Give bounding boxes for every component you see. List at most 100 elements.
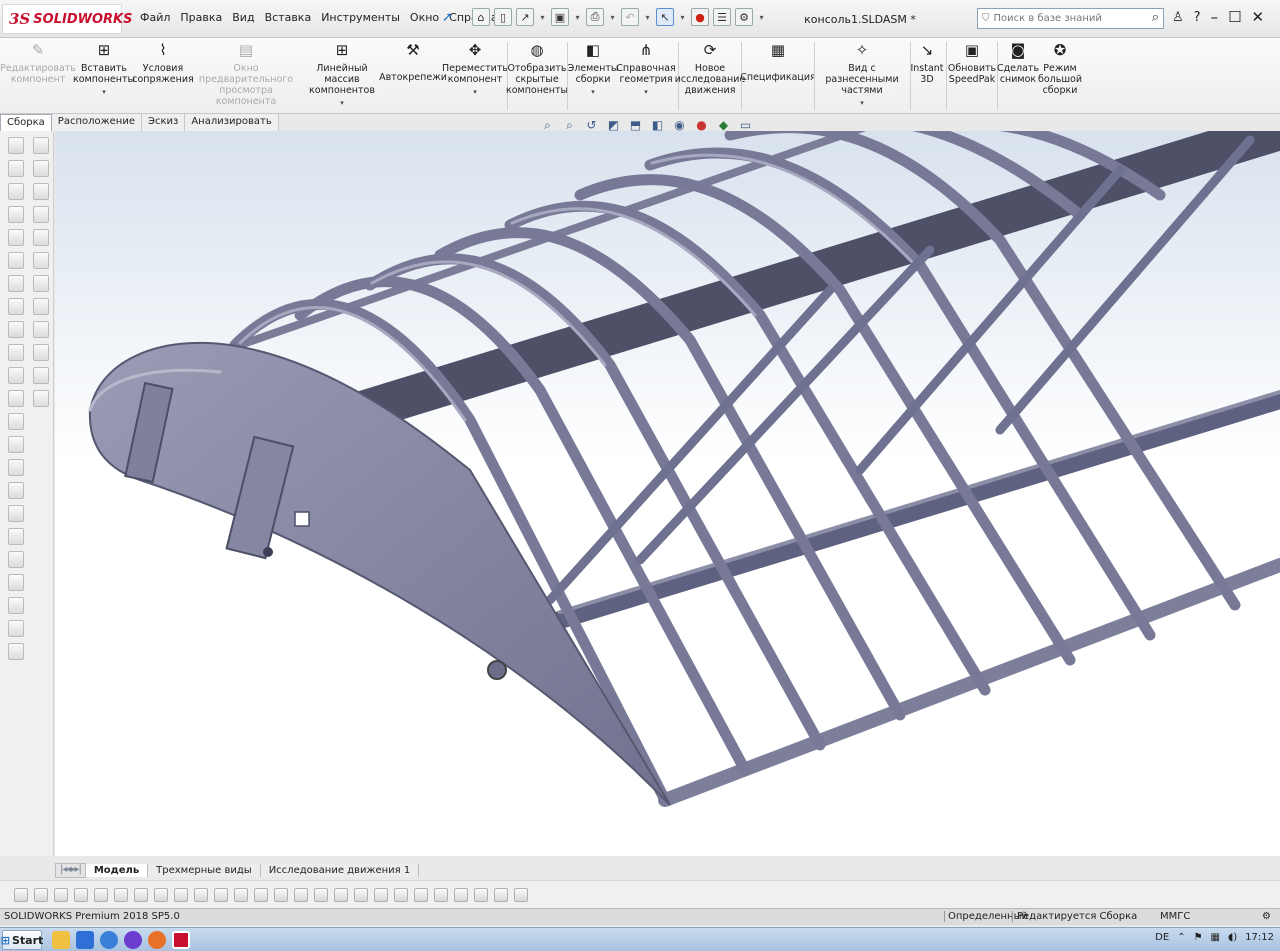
print-dropdown-icon[interactable]: ▾ <box>608 8 617 26</box>
select-dropdown-icon[interactable]: ▾ <box>678 8 687 26</box>
toolbar-icon[interactable] <box>33 390 49 407</box>
previous-view-icon[interactable]: ↺ <box>584 118 599 133</box>
move-component-button[interactable]: ✥ Переместить компонент ▾ <box>442 40 508 98</box>
save-icon[interactable]: ▣ <box>551 8 569 26</box>
toolbar-button[interactable] <box>474 887 488 902</box>
reference-geometry-button[interactable]: ⋔ Справочная геометрия ▾ <box>616 40 675 98</box>
new-document-icon[interactable]: ▯ <box>494 8 512 26</box>
graphics-area[interactable] <box>55 131 1280 856</box>
insert-components-button[interactable]: ⊞ Вставить компоненты ▾ <box>73 40 135 98</box>
toolbar-button[interactable] <box>174 887 188 902</box>
linear-pattern-button[interactable]: ⊞ Линейный массив компонентов ▾ <box>302 40 382 109</box>
toolbar-icon[interactable] <box>33 321 49 338</box>
solidworks-taskbar-icon[interactable] <box>172 931 190 949</box>
toolbar-icon[interactable] <box>8 206 24 223</box>
menu-tools[interactable]: Инструменты <box>321 11 400 24</box>
toolbar-icon[interactable] <box>8 298 24 315</box>
toolbar-button[interactable] <box>34 887 48 902</box>
toolbar-icon[interactable] <box>8 597 24 614</box>
clock[interactable]: 17:12 <box>1245 932 1274 943</box>
toolbar-icon[interactable] <box>33 183 49 200</box>
bill-of-materials-button[interactable]: ▦ Спецификация <box>740 40 816 83</box>
menu-insert[interactable]: Вставка <box>265 11 312 24</box>
volume-icon[interactable]: ◖) <box>1228 932 1237 943</box>
section-view-icon[interactable]: ◩ <box>606 118 621 133</box>
undo-icon[interactable]: ↶ <box>621 8 639 26</box>
toolbar-button[interactable] <box>234 887 248 902</box>
search-icon[interactable]: ⌕ <box>1152 10 1159 25</box>
flag-icon[interactable]: ⚑ <box>1194 932 1203 943</box>
toolbar-icon[interactable] <box>8 252 24 269</box>
select-cursor-icon[interactable]: ↖ <box>656 8 674 26</box>
toolbar-icon[interactable] <box>8 528 24 545</box>
chevron-down-icon[interactable]: ▾ <box>860 98 864 109</box>
rebuild-traffic-light-icon[interactable]: ● <box>691 8 709 26</box>
menu-edit[interactable]: Правка <box>180 11 222 24</box>
menu-file[interactable]: Файл <box>140 11 170 24</box>
options-gear-icon[interactable]: ⚙ <box>735 8 753 26</box>
pin-icon[interactable]: ➚ <box>442 10 453 25</box>
toolbar-button[interactable] <box>134 887 148 902</box>
toolbar-icon[interactable] <box>33 160 49 177</box>
toolbar-icon[interactable] <box>8 643 24 660</box>
toolbar-icon[interactable] <box>8 275 24 292</box>
toolbar-icon[interactable] <box>33 298 49 315</box>
toolbar-icon[interactable] <box>8 574 24 591</box>
maximize-icon[interactable]: ☐ <box>1228 8 1241 26</box>
apply-scene-icon[interactable]: ◆ <box>716 118 731 133</box>
toolbar-icon[interactable] <box>33 137 49 154</box>
new-motion-study-button[interactable]: ⟳ Новое исследование движения <box>675 40 746 96</box>
view-settings-icon[interactable]: ▭ <box>738 118 753 133</box>
display-style-icon[interactable]: ◧ <box>650 118 665 133</box>
knowledge-base-search[interactable]: ⛉ Поиск в базе знаний ⌕ <box>977 8 1164 29</box>
save-dropdown-icon[interactable]: ▾ <box>573 8 582 26</box>
open-icon[interactable]: ↗ <box>516 8 534 26</box>
chevron-down-icon[interactable]: ▾ <box>644 87 648 98</box>
search-scope-icon[interactable]: ⛉ <box>982 13 990 24</box>
close-icon[interactable]: ✕ <box>1252 8 1265 26</box>
toolbar-button[interactable] <box>354 887 368 902</box>
toolbar-button[interactable] <box>374 887 388 902</box>
toolbar-icon[interactable] <box>8 160 24 177</box>
toolbar-button[interactable] <box>94 887 108 902</box>
tab-model[interactable]: Модель <box>85 863 149 877</box>
toolbar-button[interactable] <box>154 887 168 902</box>
menu-view[interactable]: Вид <box>232 11 254 24</box>
chevron-down-icon[interactable]: ▾ <box>340 98 344 109</box>
file-explorer-icon[interactable] <box>52 931 70 949</box>
toolbar-button[interactable] <box>494 887 508 902</box>
toolbar-button[interactable] <box>194 887 208 902</box>
file-properties-icon[interactable]: ☰ <box>713 8 731 26</box>
toolbar-icon[interactable] <box>33 206 49 223</box>
toolbar-icon[interactable] <box>8 482 24 499</box>
toolbar-icon[interactable] <box>8 505 24 522</box>
toolbar-icon[interactable] <box>8 413 24 430</box>
toolbar-button[interactable] <box>14 887 28 902</box>
update-speedpak-button[interactable]: ▣ Обновить SpeedPak <box>948 40 996 85</box>
tab-assembly[interactable]: Сборка <box>0 114 52 131</box>
start-button[interactable]: ⊞ Start <box>1 930 43 950</box>
toolbar-button[interactable] <box>274 887 288 902</box>
tab-sketch[interactable]: Эскиз <box>141 114 186 131</box>
tab-layout[interactable]: Расположение <box>51 114 142 131</box>
toolbar-icon[interactable] <box>8 183 24 200</box>
hide-show-items-icon[interactable]: ◉ <box>672 118 687 133</box>
home-icon[interactable]: ⌂ <box>472 8 490 26</box>
outlook-icon[interactable] <box>76 931 94 949</box>
toolbar-icon[interactable] <box>8 436 24 453</box>
firefox-icon[interactable] <box>148 931 166 949</box>
open-dropdown-icon[interactable]: ▾ <box>538 8 547 26</box>
edit-component-button[interactable]: ✎ Редактировать компонент <box>0 40 76 85</box>
units-selector[interactable]: ММГС <box>1160 911 1190 922</box>
take-snapshot-button[interactable]: ◙ Сделать снимок <box>997 40 1039 85</box>
toolbar-button[interactable] <box>214 887 228 902</box>
tab-scroll-arrows-icon[interactable]: |◂◂▸▸| <box>55 862 86 878</box>
mate-button[interactable]: ⌇ Условия сопряжения <box>132 40 194 85</box>
print-icon[interactable]: ⎙ <box>586 8 604 26</box>
toolbar-button[interactable] <box>434 887 448 902</box>
menu-window[interactable]: Окно <box>410 11 439 24</box>
toolbar-button[interactable] <box>74 887 88 902</box>
toolbar-icon[interactable] <box>8 321 24 338</box>
toolbar-icon[interactable] <box>8 390 24 407</box>
chevron-down-icon[interactable]: ▾ <box>102 87 106 98</box>
